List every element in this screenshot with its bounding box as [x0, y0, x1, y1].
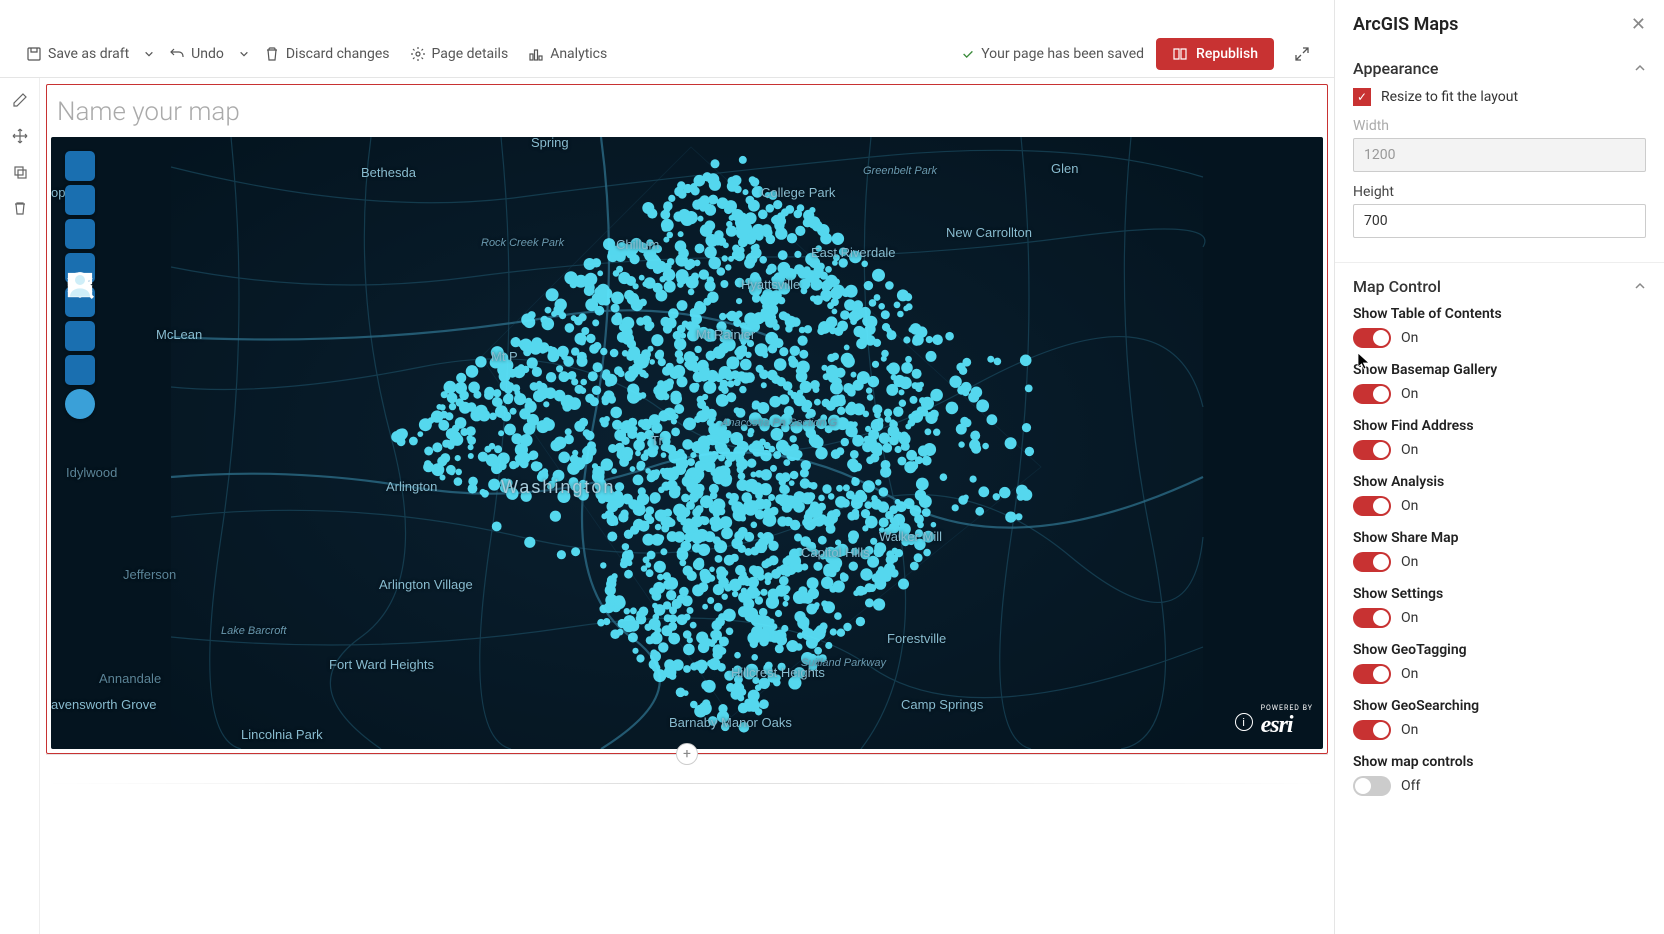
toggle-switch[interactable]	[1353, 496, 1391, 516]
page-details-label: Page details	[432, 46, 509, 62]
toggle-label: Show Table of Contents	[1353, 306, 1646, 322]
discard-label: Discard changes	[286, 46, 390, 62]
map-user-button[interactable]	[65, 389, 95, 419]
arcgis-map-widget: Washington Spring Bethesda College Park …	[46, 84, 1328, 754]
saved-message: Your page has been saved	[961, 46, 1144, 62]
toggle-switch[interactable]	[1353, 440, 1391, 460]
toggle-state: On	[1401, 554, 1418, 570]
toggle-row: Show Analysis On	[1353, 474, 1646, 516]
toggle-switch[interactable]	[1353, 552, 1391, 572]
resize-label: Resize to fit the layout	[1381, 89, 1518, 105]
close-button[interactable]: ✕	[1631, 14, 1646, 35]
toggle-row: Show map controls Off	[1353, 754, 1646, 796]
toggle-switch[interactable]	[1353, 384, 1391, 404]
move-icon[interactable]	[10, 126, 30, 146]
toggle-state: On	[1401, 386, 1418, 402]
esri-attribution: i POWERED BY esri	[1235, 705, 1313, 739]
map-tool-stack	[65, 151, 95, 419]
undo-chevron[interactable]	[234, 49, 254, 59]
gear-icon	[410, 46, 426, 62]
save-draft-chevron[interactable]	[139, 49, 159, 59]
map-view[interactable]: Washington Spring Bethesda College Park …	[51, 137, 1323, 749]
save-icon	[26, 46, 42, 62]
toggle-label: Show map controls	[1353, 754, 1646, 770]
editor-canvas: Washington Spring Bethesda College Park …	[40, 78, 1334, 934]
toggle-switch[interactable]	[1353, 328, 1391, 348]
discard-icon	[264, 46, 280, 62]
delete-icon[interactable]	[10, 198, 30, 218]
editor-left-tools	[0, 78, 40, 934]
sidebar-title: ArcGIS Maps	[1353, 14, 1458, 35]
toggle-switch[interactable]	[1353, 608, 1391, 628]
chevron-up-icon	[1634, 277, 1646, 296]
toggle-row: Show Basemap Gallery On	[1353, 362, 1646, 404]
expand-button[interactable]	[1286, 38, 1318, 70]
toggle-switch[interactable]	[1353, 720, 1391, 740]
toggle-label: Show Settings	[1353, 586, 1646, 602]
page-toolbar: Save as draft Undo Discard changes	[0, 30, 1334, 78]
height-input[interactable]	[1353, 204, 1646, 238]
toggle-state: Off	[1401, 778, 1420, 794]
toggle-label: Show Analysis	[1353, 474, 1646, 490]
edit-icon[interactable]	[10, 90, 30, 110]
map-control-section-header[interactable]: Map Control	[1335, 263, 1664, 306]
width-input	[1353, 138, 1646, 172]
analytics-icon	[528, 46, 544, 62]
undo-button[interactable]: Undo	[159, 40, 234, 68]
analytics-button[interactable]: Analytics	[518, 40, 617, 68]
toggle-row: Show Settings On	[1353, 586, 1646, 628]
republish-button[interactable]: Republish	[1156, 38, 1274, 70]
book-icon	[1172, 46, 1188, 62]
toggle-state: On	[1401, 666, 1418, 682]
save-draft-button[interactable]: Save as draft	[16, 40, 139, 68]
toggle-label: Show Basemap Gallery	[1353, 362, 1646, 378]
toggle-state: On	[1401, 330, 1418, 346]
undo-label: Undo	[191, 46, 224, 62]
toggle-row: Show Share Map On	[1353, 530, 1646, 572]
copy-icon[interactable]	[10, 162, 30, 182]
width-label: Width	[1353, 118, 1646, 134]
toggle-row: Show Find Address On	[1353, 418, 1646, 460]
map-data-layer	[51, 137, 1323, 749]
section-divider	[46, 783, 1328, 784]
analytics-label: Analytics	[550, 46, 607, 62]
republish-label: Republish	[1196, 46, 1258, 62]
toggle-state: On	[1401, 498, 1418, 514]
toggle-label: Show GeoSearching	[1353, 698, 1646, 714]
map-title-input[interactable]	[51, 89, 1323, 137]
toggle-row: Show Table of Contents On	[1353, 306, 1646, 348]
toggle-row: Show GeoTagging On	[1353, 642, 1646, 684]
discard-button[interactable]: Discard changes	[254, 40, 400, 68]
page-details-button[interactable]: Page details	[400, 40, 519, 68]
info-icon[interactable]: i	[1235, 713, 1253, 731]
chevron-up-icon	[1634, 59, 1646, 78]
toggle-state: On	[1401, 722, 1418, 738]
height-label: Height	[1353, 184, 1646, 200]
check-icon	[961, 47, 975, 61]
appearance-section-header[interactable]: Appearance	[1335, 45, 1664, 88]
toggle-label: Show GeoTagging	[1353, 642, 1646, 658]
undo-icon	[169, 46, 185, 62]
settings-sidebar: ArcGIS Maps ✕ Appearance ✓ Resize to fit…	[1334, 0, 1664, 934]
add-section-button[interactable]: +	[676, 743, 698, 765]
save-draft-label: Save as draft	[48, 46, 129, 62]
toggle-state: On	[1401, 610, 1418, 626]
toggle-switch[interactable]	[1353, 664, 1391, 684]
toggle-label: Show Share Map	[1353, 530, 1646, 546]
toggle-row: Show GeoSearching On	[1353, 698, 1646, 740]
toggle-label: Show Find Address	[1353, 418, 1646, 434]
resize-checkbox[interactable]: ✓	[1353, 88, 1371, 106]
toggle-switch[interactable]	[1353, 776, 1391, 796]
toggle-state: On	[1401, 442, 1418, 458]
esri-logo: esri	[1261, 712, 1313, 739]
